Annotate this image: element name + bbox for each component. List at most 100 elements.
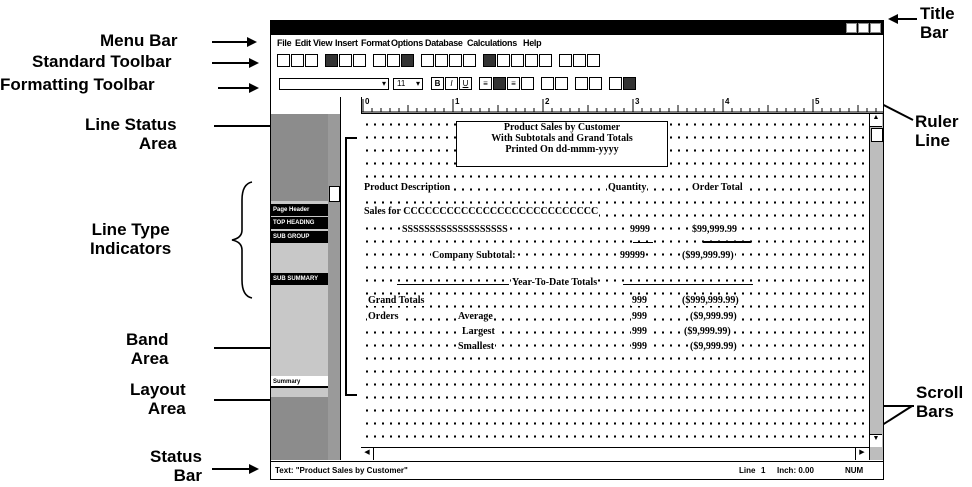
outdent-icon[interactable]: [555, 77, 568, 90]
detail-quantity-field[interactable]: 9999: [629, 224, 651, 235]
largest-total[interactable]: ($9,999.99): [683, 326, 732, 337]
column-header-order-total[interactable]: Order Total: [691, 182, 744, 193]
line-icon[interactable]: [421, 54, 434, 67]
sales-for-field[interactable]: Sales for CCCCCCCCCCCCCCCCCCCCCCCCCCC: [363, 206, 600, 217]
line-type-indicator-summary[interactable]: Summary: [271, 376, 328, 388]
line-marker-column: [340, 97, 362, 460]
filter-icon[interactable]: [511, 54, 524, 67]
scroll-right-button[interactable]: ▶: [855, 448, 868, 460]
menu-view[interactable]: View: [313, 38, 332, 48]
column-header-quantity[interactable]: Quantity: [607, 182, 648, 193]
menu-format[interactable]: Format: [361, 38, 390, 48]
average-total[interactable]: ($9,999.99): [689, 311, 738, 322]
callout-title-bar-l1: Title: [920, 4, 955, 23]
copy-icon[interactable]: [387, 54, 400, 67]
layout-area[interactable]: Product Sales by Customer With Subtotals…: [361, 114, 868, 460]
detail-description-field[interactable]: SSSSSSSSSSSSSSSSSSS: [401, 224, 509, 235]
new-icon[interactable]: [277, 54, 290, 67]
zoom-icon[interactable]: [587, 54, 600, 67]
calc-icon[interactable]: [559, 54, 572, 67]
smallest-label[interactable]: Smallest: [457, 341, 496, 352]
column-header-description[interactable]: Product Description: [363, 182, 452, 193]
page-break-icon[interactable]: [609, 77, 622, 90]
menu-database[interactable]: Database: [425, 38, 463, 48]
callout-scroll-bars: Scroll Bars: [916, 383, 963, 421]
open-icon[interactable]: [291, 54, 304, 67]
query-icon[interactable]: [539, 54, 552, 67]
close-button[interactable]: [870, 23, 881, 33]
italic-icon[interactable]: I: [445, 77, 458, 90]
callout-line-status-area-l1: Line Status: [85, 115, 177, 134]
line-type-indicator-sub-group[interactable]: SUB GROUP: [271, 231, 328, 243]
line-type-indicator-top-heading[interactable]: TOP HEADING: [271, 217, 328, 229]
justify-icon[interactable]: [521, 77, 534, 90]
maximize-button[interactable]: [858, 23, 869, 33]
band-icon[interactable]: [483, 54, 496, 67]
band-resize-handle[interactable]: [329, 186, 340, 202]
indent-icon[interactable]: [541, 77, 554, 90]
fit-icon[interactable]: [589, 77, 602, 90]
scroll-thumb-vertical[interactable]: [871, 128, 883, 142]
company-subtotal-label[interactable]: Company Subtotal:: [431, 250, 517, 261]
mail-icon[interactable]: [353, 54, 366, 67]
callout-status-bar-line: [212, 468, 250, 470]
menu-options[interactable]: Options: [391, 38, 423, 48]
chart-icon[interactable]: [525, 54, 538, 67]
ruler-line[interactable]: 0 1 2 3 4 5: [361, 97, 883, 114]
report-title-box[interactable]: Product Sales by Customer With Subtotals…: [456, 121, 668, 167]
company-subtotal-total[interactable]: ($99,999.99): [681, 250, 735, 261]
horizontal-scrollbar[interactable]: ◀ ▶: [361, 447, 869, 461]
align-center-icon[interactable]: [493, 77, 506, 90]
callout-title-bar-l2: Bar: [920, 23, 949, 42]
smallest-qty[interactable]: 999: [631, 341, 648, 352]
align-left-icon[interactable]: ≡: [479, 77, 492, 90]
average-qty[interactable]: 999: [631, 311, 648, 322]
menu-calculations[interactable]: Calculations: [467, 38, 517, 48]
grand-totals-qty[interactable]: 999: [631, 295, 648, 306]
menu-help[interactable]: Help: [523, 38, 542, 48]
minimize-button[interactable]: [846, 23, 857, 33]
font-size-combo[interactable]: 11 ▾: [393, 78, 423, 90]
menu-edit[interactable]: Edit: [295, 38, 311, 48]
average-label[interactable]: Average: [457, 311, 494, 322]
callout-standard-toolbar-line: [212, 62, 250, 64]
grand-totals-label[interactable]: Grand Totals: [367, 295, 426, 306]
field-icon[interactable]: [449, 54, 462, 67]
callout-line-type-brace: [231, 181, 253, 299]
save-icon[interactable]: [305, 54, 318, 67]
largest-label[interactable]: Largest: [461, 326, 496, 337]
properties-icon[interactable]: [573, 54, 586, 67]
bold-icon[interactable]: B: [431, 77, 444, 90]
font-name-combo[interactable]: ▾: [279, 78, 389, 90]
text-icon[interactable]: [463, 54, 476, 67]
line-type-indicator-sub-summary[interactable]: SUB SUMMARY: [271, 273, 328, 285]
cut-icon[interactable]: [373, 54, 386, 67]
align-right-icon[interactable]: ≡: [507, 77, 520, 90]
grand-totals-total[interactable]: ($999,999.99): [681, 295, 740, 306]
box-icon[interactable]: [435, 54, 448, 67]
paste-icon[interactable]: [401, 54, 414, 67]
tab-icon[interactable]: [623, 77, 636, 90]
orders-label[interactable]: Orders: [367, 311, 400, 322]
largest-qty[interactable]: 999: [631, 326, 648, 337]
vertical-scrollbar[interactable]: ▲ ▼: [869, 114, 883, 460]
ytd-heading[interactable]: Year-To-Date Totals: [511, 277, 599, 288]
band-bracket: [345, 137, 357, 396]
underline-icon[interactable]: U: [459, 77, 472, 90]
smallest-total[interactable]: ($9,999.99): [689, 341, 738, 352]
scroll-left-button[interactable]: ◀: [361, 448, 374, 460]
sort-icon[interactable]: [497, 54, 510, 67]
detail-total-field[interactable]: $99,999.99: [691, 224, 738, 235]
print-icon[interactable]: [325, 54, 338, 67]
scroll-up-button[interactable]: ▲: [870, 114, 882, 127]
wrap-icon[interactable]: [575, 77, 588, 90]
font-size-value: 11: [397, 79, 406, 88]
scroll-down-button[interactable]: ▼: [870, 434, 882, 447]
print-preview-icon[interactable]: [339, 54, 352, 67]
menu-file[interactable]: File: [277, 38, 292, 48]
company-subtotal-qty[interactable]: 99999: [619, 250, 646, 261]
menu-insert[interactable]: Insert: [335, 38, 358, 48]
status-text: Text: "Product Sales by Customer": [275, 466, 408, 475]
callout-ruler-line-l2: Line: [915, 131, 950, 150]
line-type-indicator-page-header[interactable]: Page Header: [271, 204, 328, 216]
